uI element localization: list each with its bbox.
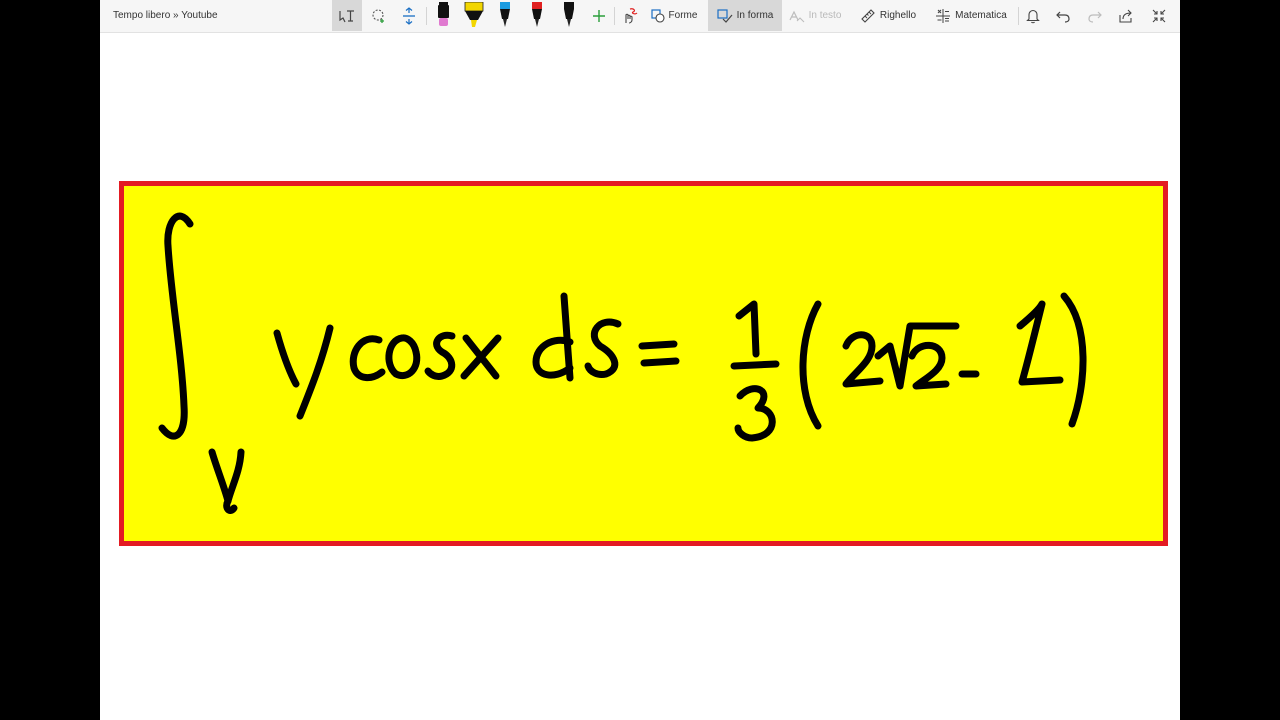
numeral-two-radicand: [908, 341, 950, 390]
undo-icon: [1056, 11, 1070, 23]
open-paren: [799, 300, 822, 430]
add-pen-button[interactable]: [588, 0, 610, 31]
numeral-one-2: [1016, 300, 1064, 386]
forme-button[interactable]: Forme: [648, 0, 700, 31]
x-letter: [460, 334, 502, 380]
highlighter-yellow[interactable]: [462, 0, 486, 31]
pen-icon: [500, 1, 510, 27]
page-breadcrumb: Tempo libero » Youtube: [113, 10, 218, 21]
pen-black-pink[interactable]: [432, 0, 454, 31]
s-letter: [424, 331, 456, 380]
in-forma-label: In forma: [736, 10, 774, 21]
numeral-three: [734, 385, 776, 442]
numeral-one: [735, 300, 760, 358]
s-letter-2: [584, 318, 622, 378]
forme-label: Forme: [668, 10, 698, 21]
in-testo-button[interactable]: In testo: [784, 0, 846, 31]
righello-label: Righello: [879, 10, 917, 21]
ruler-icon: [861, 8, 875, 23]
plus-icon: [593, 9, 605, 22]
close-paren: [1060, 292, 1087, 428]
pen-icon: [564, 1, 574, 27]
d-stem: [560, 292, 574, 382]
pen-icon: [532, 1, 542, 27]
y-left-stroke: [273, 329, 300, 388]
drawing-toolbar: Tempo libero » Youtube Forme In forma In…: [100, 0, 1180, 33]
handwritten-formula: [158, 212, 1087, 514]
lasso-select-button[interactable]: [365, 0, 393, 31]
bell-icon: [1026, 9, 1040, 23]
matematica-label: Matematica: [955, 10, 1007, 21]
pen-red[interactable]: [526, 0, 548, 31]
gamma-loop: [223, 497, 238, 514]
touch-writing-icon: [625, 7, 638, 24]
undo-button[interactable]: [1052, 0, 1074, 31]
add-space-button[interactable]: [396, 0, 422, 31]
redo-icon: [1088, 11, 1102, 23]
pen-icon: [438, 1, 449, 26]
app-window: Tempo libero » Youtube Forme In forma In…: [100, 0, 1180, 720]
note-canvas[interactable]: [100, 33, 1180, 720]
redo-button[interactable]: [1084, 0, 1106, 31]
ink-to-shape-icon: [717, 8, 733, 23]
add-space-icon: [403, 6, 415, 25]
share-icon: [1119, 9, 1132, 23]
lasso-icon: [372, 8, 384, 23]
in-forma-button[interactable]: In forma: [708, 0, 782, 31]
ink-to-text-icon: [789, 10, 804, 22]
righello-button[interactable]: Righello: [856, 0, 920, 31]
pen-black[interactable]: [558, 0, 580, 31]
shapes-icon: [650, 8, 665, 23]
math-icon: [936, 8, 951, 23]
gamma-subscript: [208, 448, 245, 505]
integral-sign: [158, 212, 194, 440]
numeral-two: [842, 331, 884, 388]
y-right-stroke: [296, 324, 334, 420]
text-select-button[interactable]: [332, 0, 362, 31]
collapse-icon: [1152, 9, 1166, 22]
equals-sign: [638, 340, 680, 367]
highlighter-icon: [464, 1, 484, 27]
matematica-button[interactable]: Matematica: [930, 0, 1012, 31]
highlighted-note-box: [119, 181, 1168, 546]
in-testo-label: In testo: [808, 10, 842, 21]
fraction-bar: [730, 360, 780, 370]
c-letter: [349, 335, 386, 381]
touch-writing-button[interactable]: [618, 0, 642, 31]
text-select-icon: [339, 9, 354, 22]
share-button[interactable]: [1115, 0, 1137, 31]
notifications-button[interactable]: [1022, 0, 1044, 31]
pen-blue[interactable]: [494, 0, 516, 31]
o-letter: [385, 334, 421, 379]
full-screen-button[interactable]: [1148, 0, 1170, 31]
